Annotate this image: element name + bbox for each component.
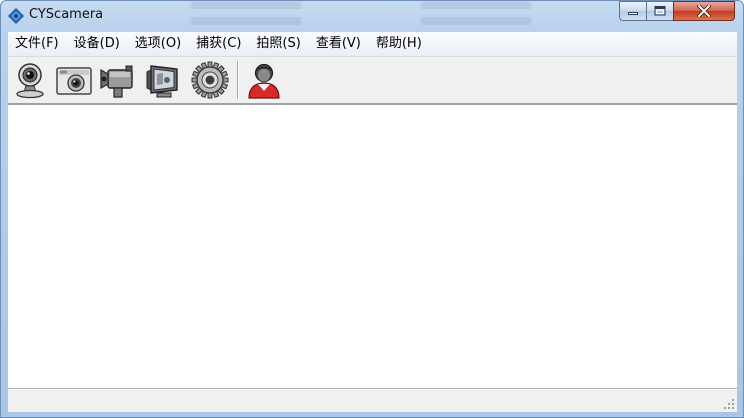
background-window-ghost <box>151 1 611 31</box>
minimize-icon <box>628 12 638 15</box>
menu-options[interactable]: 选项(O) <box>128 32 189 56</box>
maximize-icon <box>654 6 666 16</box>
app-diamond-icon <box>8 8 24 24</box>
close-icon <box>697 5 711 17</box>
user-button[interactable] <box>244 60 284 100</box>
maximize-button[interactable] <box>646 1 674 21</box>
monitor-icon <box>146 65 178 98</box>
video-camera-icon <box>100 65 133 98</box>
settings-button[interactable] <box>190 60 230 100</box>
webcam-icon <box>16 63 44 99</box>
resize-grip-icon[interactable] <box>723 398 735 410</box>
user-icon <box>248 63 280 99</box>
preview-area[interactable] <box>8 105 737 389</box>
menu-help[interactable]: 帮助(H) <box>369 32 430 56</box>
window-title: CYScamera <box>29 7 104 22</box>
menu-snapshot[interactable]: 拍照(S) <box>249 32 308 56</box>
app-window: CYScamera 文件(F) 设备(D) 选项(O) 捕获(C) 拍照(S) … <box>0 0 744 418</box>
close-button[interactable] <box>673 1 735 21</box>
status-bar <box>8 389 737 412</box>
title-bar[interactable]: CYScamera <box>1 1 743 31</box>
video-camera-button[interactable] <box>98 60 138 100</box>
photo-camera-button[interactable] <box>54 60 94 100</box>
menu-device[interactable]: 设备(D) <box>67 32 128 56</box>
menu-capture[interactable]: 捕获(C) <box>189 32 249 56</box>
minimize-button[interactable] <box>619 1 647 21</box>
photo-camera-icon <box>56 67 92 95</box>
settings-gear-icon <box>191 61 229 99</box>
toolbar <box>8 57 737 105</box>
menu-file[interactable]: 文件(F) <box>8 32 67 56</box>
menu-bar: 文件(F) 设备(D) 选项(O) 捕获(C) 拍照(S) 查看(V) 帮助(H… <box>8 32 737 57</box>
monitor-button[interactable] <box>143 60 183 100</box>
toolbar-separator <box>237 61 239 99</box>
menu-view[interactable]: 查看(V) <box>309 32 369 56</box>
webcam-button[interactable] <box>10 60 50 100</box>
